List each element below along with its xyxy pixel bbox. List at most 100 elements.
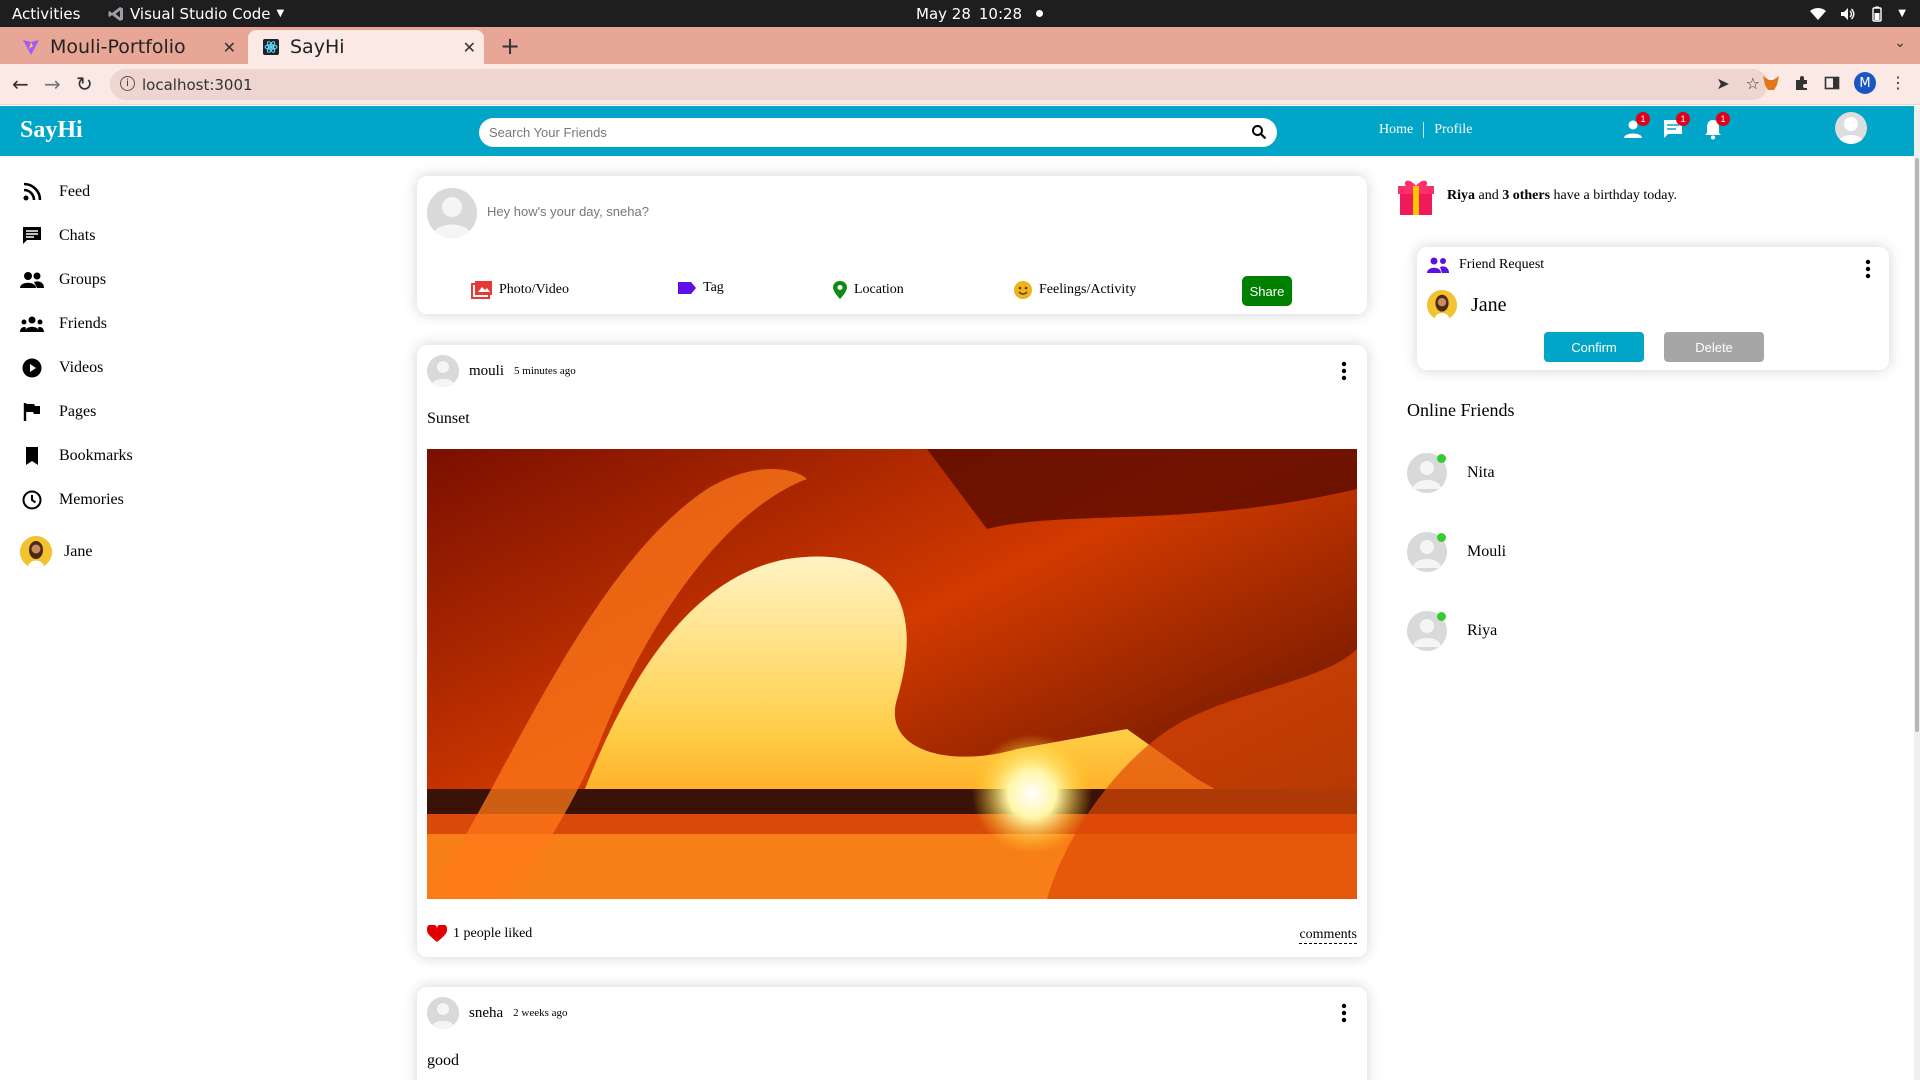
sidebar-item-label: Friends <box>59 315 107 332</box>
birthday-tail: have a birthday today. <box>1550 188 1678 203</box>
post-header: mouli 5 minutes ago <box>427 355 576 387</box>
search-input[interactable]: Search Your Friends <box>479 118 1277 147</box>
online-friend[interactable]: Nita <box>1407 453 1495 493</box>
sidebar-item-friends[interactable]: Friends <box>20 302 320 346</box>
tab-search-icon[interactable]: ⌄ <box>1894 35 1906 52</box>
app-logo[interactable]: SayHi <box>20 117 83 144</box>
clock-date: May 28 <box>916 4 971 23</box>
post-username[interactable]: mouli <box>469 363 504 380</box>
online-friend[interactable]: Mouli <box>1407 532 1506 572</box>
share-input[interactable]: Hey how's your day, sneha? <box>487 204 649 219</box>
sidebar-item-feed[interactable]: Feed <box>20 170 320 214</box>
sidebar-item-videos[interactable]: Videos <box>20 346 320 390</box>
play-circle-icon <box>20 356 44 380</box>
share-option-location[interactable]: Location <box>832 280 904 300</box>
avatar[interactable] <box>427 355 459 387</box>
notifications-button[interactable]: 1 <box>1702 112 1730 140</box>
online-status-dot <box>1437 612 1446 621</box>
avatar <box>1407 453 1447 493</box>
browser-tab-active[interactable]: SayHi ✕ <box>248 30 484 64</box>
sidebar-item-label: Bookmarks <box>59 447 133 464</box>
share-box: Hey how's your day, sneha? Photo/Video T… <box>417 176 1367 314</box>
search-icon[interactable] <box>1251 124 1267 140</box>
metamask-icon[interactable] <box>1762 74 1780 92</box>
like-button[interactable]: 1 people liked <box>427 925 532 943</box>
post-text: Sunset <box>427 410 470 427</box>
friend-request-header: Friend Request <box>1427 257 1544 273</box>
more-vert-icon[interactable] <box>1341 361 1347 381</box>
forward-icon[interactable]: → <box>44 72 61 96</box>
site-info-icon[interactable]: i <box>120 76 135 91</box>
online-friend-name: Nita <box>1467 464 1495 481</box>
nav-profile-link[interactable]: Profile <box>1434 122 1472 138</box>
activities-button[interactable]: Activities <box>12 5 80 23</box>
bookmark-icon <box>20 444 44 468</box>
side-panel-icon[interactable] <box>1824 75 1840 91</box>
group-icon <box>1427 257 1449 273</box>
comments-link[interactable]: comments <box>1299 927 1357 944</box>
sidebar-item-label: Videos <box>59 359 104 376</box>
post-image[interactable] <box>427 449 1357 899</box>
post-card: mouli 5 minutes ago Sunset 1 people like… <box>417 345 1367 957</box>
url-text: localhost:3001 <box>142 75 253 94</box>
post-text: good <box>427 1052 459 1069</box>
more-vert-icon[interactable] <box>1341 1003 1347 1023</box>
tab-title: Mouli-Portfolio <box>50 36 186 58</box>
page-scrollbar[interactable] <box>1914 106 1920 1080</box>
birthday-others: 3 others <box>1502 188 1551 203</box>
sidebar-item-label: Chats <box>59 227 96 244</box>
close-icon[interactable]: ✕ <box>463 38 476 57</box>
app-name: Visual Studio Code <box>130 4 271 23</box>
post-username[interactable]: sneha <box>469 1005 503 1022</box>
confirm-button[interactable]: Confirm <box>1544 332 1644 362</box>
delete-button[interactable]: Delete <box>1664 332 1764 362</box>
share-option-feelings[interactable]: Feelings/Activity <box>1013 280 1136 300</box>
sidebar-item-chats[interactable]: Chats <box>20 214 320 258</box>
clock-time: 10:28 <box>978 4 1023 23</box>
messages-button[interactable]: 1 <box>1662 112 1690 140</box>
avatar[interactable] <box>427 997 459 1029</box>
share-button[interactable]: Share <box>1242 276 1292 306</box>
notification-dot-icon <box>1036 10 1044 17</box>
app-menu[interactable]: Visual Studio Code ▼ <box>108 5 284 23</box>
sidebar-item-bookmarks[interactable]: Bookmarks <box>20 434 320 478</box>
friend-request-user[interactable]: Jane <box>1427 290 1507 320</box>
user-avatar[interactable] <box>1835 112 1867 144</box>
birthday-text: Riya and 3 others have a birthday today. <box>1447 188 1677 204</box>
back-icon[interactable]: ← <box>12 72 29 96</box>
kebab-menu-icon[interactable]: ⋮ <box>1890 73 1906 93</box>
badge-count: 1 <box>1676 112 1690 126</box>
default-avatar-icon <box>1838 117 1864 144</box>
nav-home-link[interactable]: Home <box>1379 122 1413 138</box>
online-status-dot <box>1437 533 1446 542</box>
star-icon[interactable]: ☆ <box>1746 74 1760 93</box>
online-friend[interactable]: Riya <box>1407 611 1497 651</box>
close-icon[interactable]: ✕ <box>223 38 236 57</box>
new-tab-button[interactable]: + <box>500 32 520 60</box>
friend-requests-button[interactable]: 1 <box>1622 112 1650 140</box>
share-option-label: Photo/Video <box>499 282 569 297</box>
sidebar-item-pages[interactable]: Pages <box>20 390 320 434</box>
clock[interactable]: May 28 10:28 <box>916 4 1044 23</box>
share-option-label: Feelings/Activity <box>1039 282 1137 297</box>
sidebar-user[interactable]: Jane <box>20 536 320 568</box>
rss-feed-icon <box>20 180 44 204</box>
sidebar-item-groups[interactable]: Groups <box>20 258 320 302</box>
browser-tab[interactable]: Mouli-Portfolio ✕ <box>8 30 244 64</box>
share-option-photo[interactable]: Photo/Video <box>471 280 569 300</box>
puzzle-icon[interactable] <box>1794 75 1810 91</box>
profile-avatar[interactable]: M <box>1854 72 1876 94</box>
friends-icon <box>20 312 44 336</box>
scrollbar-thumb[interactable] <box>1915 158 1919 732</box>
friend-request-title: Friend Request <box>1459 257 1545 272</box>
send-icon[interactable]: ➤ <box>1716 74 1729 93</box>
location-pin-icon <box>833 281 847 299</box>
avatar <box>1407 611 1447 651</box>
more-vert-icon[interactable] <box>1865 259 1871 279</box>
reload-icon[interactable]: ↻ <box>76 72 93 96</box>
sidebar-item-memories[interactable]: Memories <box>20 478 320 522</box>
battery-icon <box>1872 6 1882 22</box>
address-bar[interactable]: i localhost:3001 ➤ ☆ <box>110 69 1768 100</box>
share-option-tag[interactable]: Tag <box>677 280 724 296</box>
system-tray[interactable]: ▼ <box>1810 6 1906 22</box>
